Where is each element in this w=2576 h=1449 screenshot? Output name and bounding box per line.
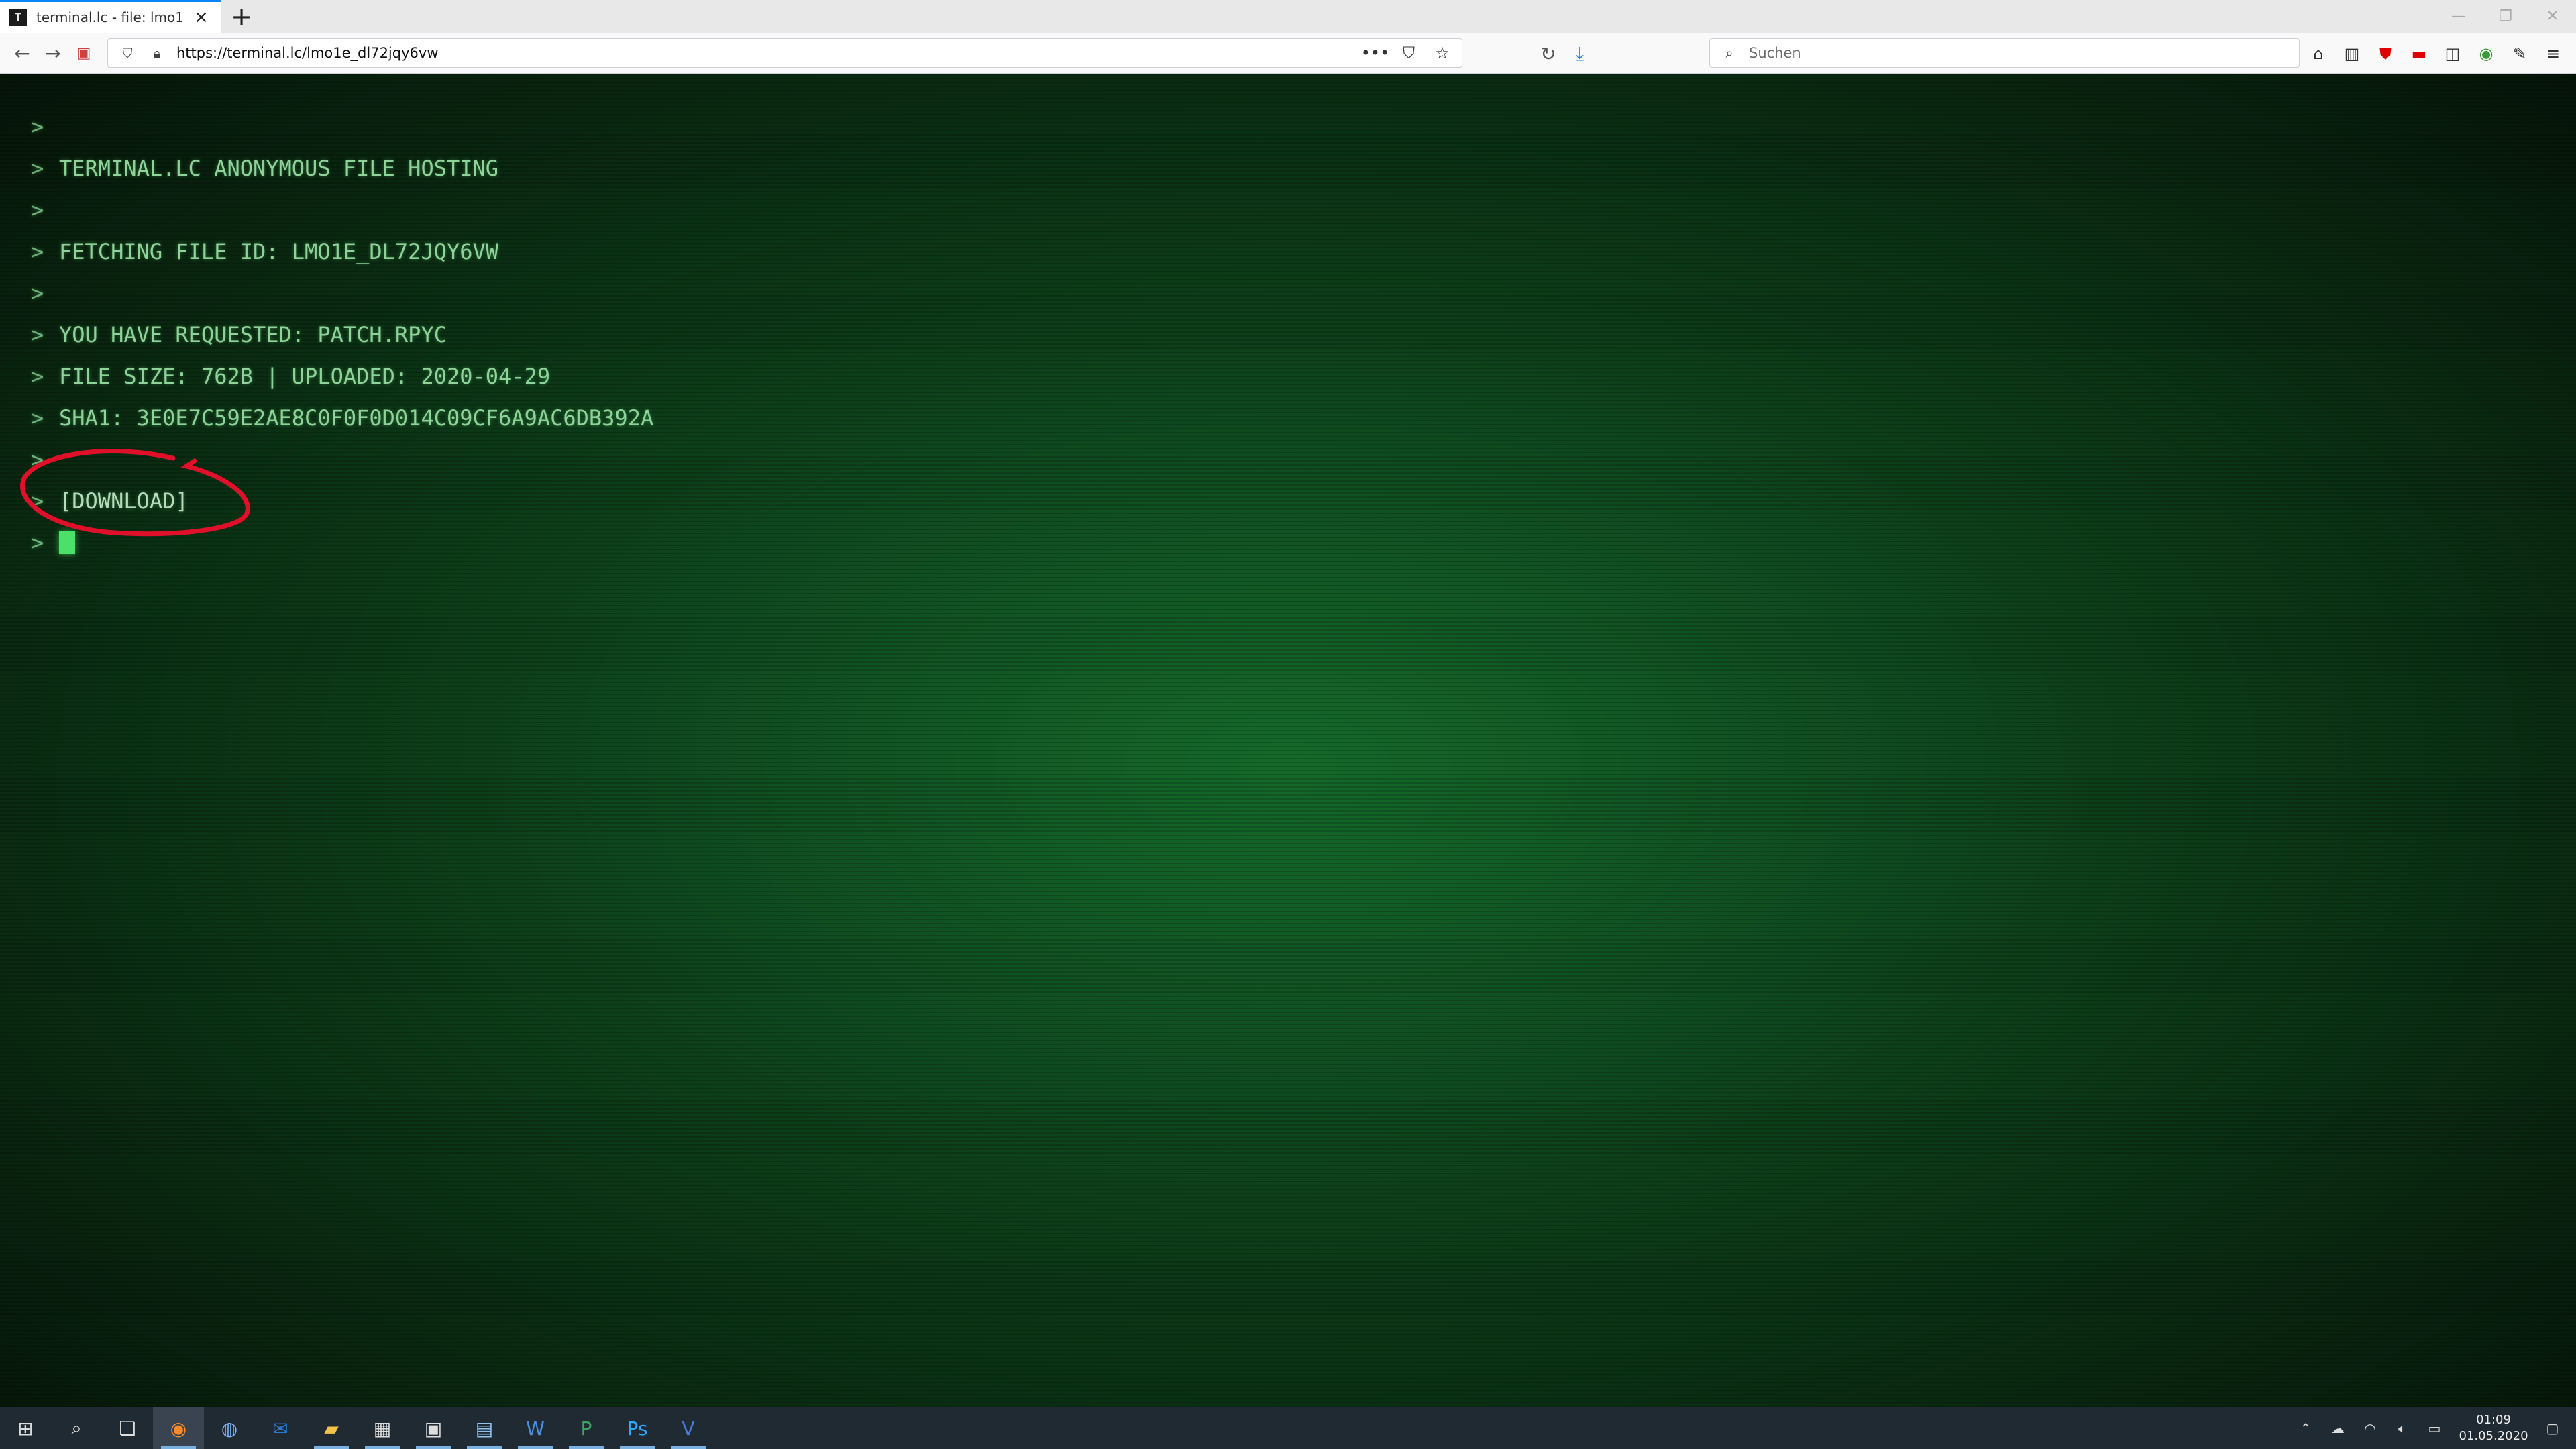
visio-icon[interactable]: V: [663, 1407, 714, 1449]
prompt: >: [31, 447, 44, 472]
tab-bar: T terminal.lc - file: lmo1e_dl72jq × + —…: [0, 0, 2576, 33]
prompt: >: [31, 156, 44, 181]
terminal-line: >: [31, 439, 653, 480]
extension-red-icon[interactable]: ▬: [2406, 40, 2432, 67]
window-controls: — ❐ ✕: [2435, 0, 2576, 33]
app2-icon[interactable]: ▣: [408, 1407, 459, 1449]
toolbar-extensions: ⌂ ▥ ⛊ ▬ ◫ ◉ ✎ ≡: [2305, 38, 2567, 69]
close-tab-icon[interactable]: ×: [191, 7, 211, 28]
site-favicon-icon: T: [9, 9, 27, 26]
notepad-icon[interactable]: ▤: [459, 1407, 510, 1449]
clock-date: 01.05.2020: [2459, 1429, 2528, 1443]
file-id-line: FETCHING FILE ID: LMO1E_DL72JQY6VW: [59, 239, 499, 264]
file-size-line: FILE SIZE: 762B | UPLOADED: 2020-04-29: [59, 364, 551, 389]
outlook-icon[interactable]: ✉: [255, 1407, 306, 1449]
prompt: >: [31, 197, 44, 223]
minimize-icon[interactable]: —: [2435, 0, 2482, 33]
back-icon[interactable]: ←: [7, 38, 38, 68]
bookmark-star-icon[interactable]: ☆: [1432, 43, 1452, 63]
reload-icon[interactable]: ↻: [1533, 38, 1564, 69]
home-icon[interactable]: ⌂: [2305, 40, 2332, 67]
terminal-cursor[interactable]: [59, 531, 75, 554]
terminal-input-line: >: [31, 522, 653, 564]
pocket-icon[interactable]: ⛉: [1399, 43, 1419, 63]
terminal-page: > > TERMINAL.LC ANONYMOUS FILE HOSTING > …: [0, 74, 2576, 1407]
system-tray: ⌃ ☁ ◠ 🔈︎ ▭ 01:09 01.05.2020 ▢: [2296, 1407, 2576, 1449]
terminal-line: > TERMINAL.LC ANONYMOUS FILE HOSTING: [31, 148, 653, 189]
prompt: >: [31, 530, 44, 555]
terminal-line: > SHA1: 3E0E7C59E2AE8C0F0F0D014C09CF6A9AC…: [31, 397, 653, 439]
search-icon: ⌕: [1725, 45, 1733, 61]
terminal-line: > FILE SIZE: 762B | UPLOADED: 2020-04-29: [31, 356, 653, 397]
word-icon[interactable]: W: [510, 1407, 561, 1449]
search-bar[interactable]: ⌕ Suchen: [1709, 38, 2300, 68]
close-window-icon[interactable]: ✕: [2529, 0, 2576, 33]
ublock-icon[interactable]: ⛊: [2372, 40, 2399, 67]
search-placeholder: Suchen: [1749, 45, 1801, 61]
prompt: >: [31, 322, 44, 347]
tab-title: terminal.lc - file: lmo1e_dl72jq: [36, 9, 182, 25]
url-text[interactable]: https://terminal.lc/lmo1e_dl72jqy6vw: [176, 45, 1356, 61]
extension-green-icon[interactable]: ◉: [2473, 40, 2500, 67]
prompt: >: [31, 488, 44, 514]
project-icon[interactable]: P: [561, 1407, 612, 1449]
lock-icon[interactable]: 🔒︎: [147, 43, 167, 63]
sidebar-icon[interactable]: ◫: [2439, 40, 2466, 67]
prompt: >: [31, 280, 44, 306]
clock[interactable]: 01:09 01.05.2020: [2457, 1412, 2530, 1444]
new-tab-button[interactable]: +: [221, 0, 262, 33]
page-actions-icon[interactable]: •••: [1361, 43, 1389, 63]
terminal-line: >: [31, 272, 653, 314]
file-name-line: YOU HAVE REQUESTED: PATCH.RPYC: [59, 322, 447, 347]
terminal-line: > YOU HAVE REQUESTED: PATCH.RPYC: [31, 314, 653, 356]
start-icon[interactable]: ⊞: [0, 1407, 51, 1449]
terminal-line: > [DOWNLOAD]: [31, 480, 653, 522]
tracking-shield-icon[interactable]: ▣: [68, 38, 99, 68]
sha1-line: SHA1: 3E0E7C59E2AE8C0F0F0D014C09CF6A9AC6…: [59, 405, 654, 431]
menu-icon[interactable]: ≡: [2540, 40, 2567, 67]
url-bar[interactable]: ⛉ 🔒︎ https://terminal.lc/lmo1e_dl72jqy6v…: [107, 38, 1462, 68]
forward-icon[interactable]: →: [38, 38, 68, 68]
windows-taskbar: ⊞ ⌕ ❏ ◉ ◍ ✉ ▰ ▦ ▣ ▤ W P Ps V ⌃ ☁ ◠ 🔈︎ ▭ …: [0, 1407, 2576, 1449]
notification-icon[interactable]: ▢: [2542, 1418, 2563, 1438]
site-heading: TERMINAL.LC ANONYMOUS FILE HOSTING: [59, 156, 499, 181]
terminal-line: >: [31, 189, 653, 231]
chevron-up-icon[interactable]: ⌃: [2296, 1418, 2316, 1438]
explorer-icon[interactable]: ▰: [306, 1407, 357, 1449]
cloud-icon[interactable]: ☁: [2328, 1418, 2348, 1438]
photoshop-icon[interactable]: Ps: [612, 1407, 663, 1449]
library-icon[interactable]: ▥: [2339, 40, 2365, 67]
task-view-icon[interactable]: ❏: [102, 1407, 153, 1449]
navigation-toolbar: ← → ▣ ⛉ 🔒︎ https://terminal.lc/lmo1e_dl7…: [0, 33, 2576, 74]
network-icon[interactable]: ◠: [2360, 1418, 2380, 1438]
calculator-icon[interactable]: ▦: [357, 1407, 408, 1449]
volume-icon[interactable]: 🔈︎: [2392, 1418, 2412, 1438]
shield-icon[interactable]: ⛉: [117, 43, 138, 63]
prompt: >: [31, 405, 44, 431]
terminal-line: >: [31, 106, 653, 148]
download-link[interactable]: [DOWNLOAD]: [59, 480, 189, 522]
firefox-icon[interactable]: ◉: [153, 1407, 204, 1449]
search-icon[interactable]: ⌕: [51, 1407, 102, 1449]
prompt: >: [31, 239, 44, 264]
app-icon[interactable]: ◍: [204, 1407, 255, 1449]
clock-time: 01:09: [2476, 1413, 2511, 1427]
prompt: >: [31, 114, 44, 140]
terminal-output: > > TERMINAL.LC ANONYMOUS FILE HOSTING > …: [31, 106, 653, 564]
battery-icon[interactable]: ▭: [2424, 1418, 2445, 1438]
terminal-line: > FETCHING FILE ID: LMO1E_DL72JQY6VW: [31, 231, 653, 272]
download-icon[interactable]: ⤓: [1564, 38, 1595, 69]
browser-tab[interactable]: T terminal.lc - file: lmo1e_dl72jq ×: [0, 0, 221, 33]
prompt: >: [31, 364, 44, 389]
extension-icon[interactable]: ✎: [2506, 40, 2533, 67]
restore-icon[interactable]: ❐: [2482, 0, 2529, 33]
